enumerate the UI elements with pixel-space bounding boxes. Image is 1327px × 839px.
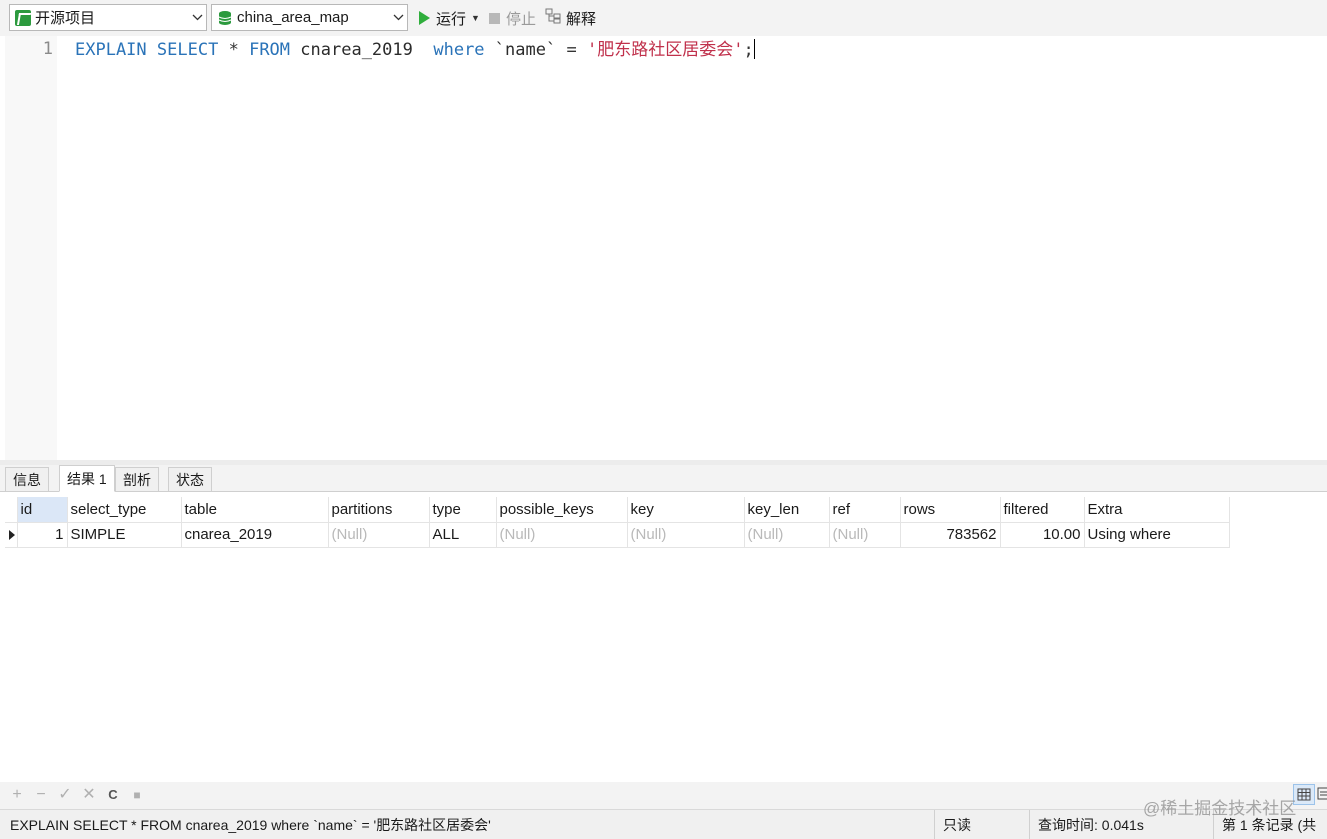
- cell-id[interactable]: 1: [17, 522, 68, 548]
- keyword-from: FROM: [249, 40, 291, 60]
- token-table: cnarea_2019: [300, 40, 413, 60]
- keyword-select: SELECT: [156, 40, 219, 60]
- stop-icon: [489, 12, 500, 24]
- line-number: 1: [42, 39, 53, 59]
- stop-refresh-icon[interactable]: ■: [129, 787, 145, 803]
- column-header-key-len[interactable]: key_len: [744, 497, 830, 523]
- tab-result-1[interactable]: 结果 1: [59, 465, 115, 492]
- cell-partitions[interactable]: (Null): [328, 522, 430, 548]
- cell-ref[interactable]: (Null): [829, 522, 901, 548]
- add-record-icon[interactable]: +: [9, 787, 25, 803]
- column-header-possible-keys[interactable]: possible_keys: [496, 497, 628, 523]
- discard-changes-icon[interactable]: ✕: [81, 787, 97, 803]
- result-tabbar: 信息 结果 1 剖析 状态: [0, 465, 1327, 492]
- column-header-extra[interactable]: Extra: [1084, 497, 1230, 523]
- cell-extra[interactable]: Using where: [1084, 522, 1230, 548]
- run-button[interactable]: 运行 ▼: [419, 7, 480, 29]
- tab-status[interactable]: 状态: [168, 467, 212, 492]
- connection-select-value: 开源项目: [35, 10, 96, 27]
- token-semicolon: ;: [743, 40, 754, 60]
- column-header-id[interactable]: id: [17, 497, 68, 523]
- row-pointer-icon: [9, 529, 15, 540]
- status-sql-text: EXPLAIN SELECT * FROM cnarea_2019 where …: [10, 817, 491, 833]
- form-view-icon: [1317, 787, 1327, 800]
- chevron-down-icon[interactable]: [188, 5, 206, 30]
- cell-key-len[interactable]: (Null): [744, 522, 830, 548]
- token-equals: =: [566, 40, 577, 60]
- run-dropdown-icon[interactable]: ▼: [471, 13, 480, 23]
- result-grid: id select_type table partitions type pos…: [5, 497, 1230, 548]
- database-select[interactable]: china_area_map: [211, 4, 408, 31]
- database-select-value: china_area_map: [237, 9, 349, 26]
- column-header-table[interactable]: table: [181, 497, 329, 523]
- cell-possible-keys[interactable]: (Null): [496, 522, 628, 548]
- grid-toolbar: + − ✓ ✕ C ■: [0, 782, 1327, 809]
- column-header-select-type[interactable]: select_type: [67, 497, 182, 523]
- cell-rows[interactable]: 783562: [900, 522, 1001, 548]
- status-bar: EXPLAIN SELECT * FROM cnarea_2019 where …: [0, 809, 1327, 839]
- cell-table[interactable]: cnarea_2019: [181, 522, 329, 548]
- apply-changes-icon[interactable]: ✓: [57, 787, 73, 803]
- column-header-filtered[interactable]: filtered: [1000, 497, 1085, 523]
- grid-view-button[interactable]: [1293, 784, 1315, 805]
- tab-info[interactable]: 信息: [5, 467, 49, 492]
- token-star: *: [228, 40, 239, 60]
- stop-button[interactable]: 停止: [489, 7, 536, 29]
- token-string-value: '肥东路社区居委会': [586, 40, 744, 60]
- column-header-partitions[interactable]: partitions: [328, 497, 430, 523]
- cell-select-type[interactable]: SIMPLE: [67, 522, 182, 548]
- sql-editor[interactable]: 1 EXPLAIN SELECT * FROM cnarea_2019 wher…: [0, 36, 1327, 460]
- result-grid-area: id select_type table partitions type pos…: [5, 492, 1327, 782]
- connection-select[interactable]: 开源项目: [9, 4, 207, 31]
- column-header-rows[interactable]: rows: [900, 497, 1001, 523]
- main-toolbar: 开源项目 china_area_map 运行 ▼ 停止 解释: [0, 0, 1327, 36]
- connection-icon: [15, 9, 31, 26]
- explain-label: 解释: [566, 10, 597, 28]
- status-readonly: 只读: [934, 810, 1029, 839]
- watermark: @稀土掘金技术社区: [1143, 799, 1297, 818]
- cell-type[interactable]: ALL: [429, 522, 497, 548]
- form-view-button[interactable]: [1316, 784, 1327, 805]
- explain-icon: [545, 8, 563, 28]
- keyword-where: where: [433, 40, 485, 60]
- token-column: `name`: [494, 40, 557, 60]
- chevron-down-icon[interactable]: [389, 5, 407, 30]
- refresh-icon[interactable]: C: [105, 787, 121, 803]
- table-row[interactable]: 1 SIMPLE cnarea_2019 (Null) ALL (Null) (…: [5, 522, 1230, 548]
- run-label: 运行: [436, 10, 467, 28]
- column-header-type[interactable]: type: [429, 497, 497, 523]
- keyword-explain: EXPLAIN: [75, 40, 147, 60]
- grid-view-icon: [1297, 788, 1311, 801]
- text-caret: [753, 39, 755, 59]
- delete-record-icon[interactable]: −: [33, 787, 49, 803]
- line-gutter: 1: [5, 36, 57, 460]
- grid-corner: [5, 497, 18, 523]
- cell-filtered[interactable]: 10.00: [1000, 522, 1085, 548]
- cell-key[interactable]: (Null): [627, 522, 745, 548]
- tab-profile[interactable]: 剖析: [115, 467, 159, 492]
- grid-header-row: id select_type table partitions type pos…: [5, 497, 1230, 523]
- stop-label: 停止: [506, 10, 537, 28]
- explain-button[interactable]: 解释: [545, 7, 596, 29]
- database-icon: [217, 10, 233, 26]
- code-line[interactable]: EXPLAIN SELECT * FROM cnarea_2019 where …: [75, 39, 755, 61]
- column-header-key[interactable]: key: [627, 497, 745, 523]
- row-indicator[interactable]: [5, 522, 18, 548]
- column-header-ref[interactable]: ref: [829, 497, 901, 523]
- play-icon: [419, 11, 430, 25]
